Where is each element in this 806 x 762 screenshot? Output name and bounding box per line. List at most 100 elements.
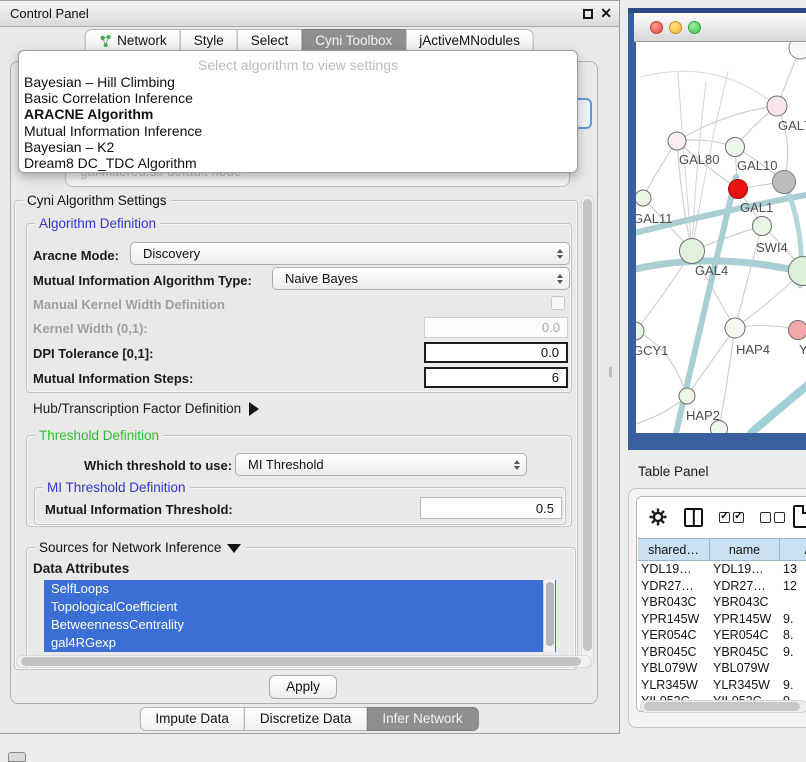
network-node-hap4[interactable] <box>725 318 745 338</box>
algorithm-definition-title: Algorithm Definition <box>35 216 160 231</box>
node-label: GAL80 <box>679 152 719 167</box>
algorithm-option-aracne-algorithm[interactable]: ARACNE Algorithm <box>19 106 577 122</box>
network-node-swi4[interactable] <box>753 217 772 236</box>
table-row[interactable]: YBR043CYBR043C <box>638 594 806 611</box>
kernel-width-label: Kernel Width (0,1): <box>33 321 148 336</box>
network-node-gal7[interactable] <box>767 96 787 116</box>
mi-type-combo[interactable]: Naive Bayes <box>272 267 570 290</box>
apply-button[interactable]: Apply <box>269 675 337 699</box>
kernel-width-field[interactable]: 0.0 <box>424 317 568 338</box>
gear-icon[interactable] <box>648 507 668 527</box>
table-row[interactable]: YLR345WYLR345W9. <box>638 677 806 694</box>
manual-kernel-checkbox[interactable] <box>551 296 565 310</box>
network-node-gal80[interactable] <box>668 132 686 150</box>
table-cell: YBL079W <box>638 660 710 677</box>
attribute-item-betweennesscentrality[interactable]: BetweennessCentrality <box>44 616 556 634</box>
tab-impute-data[interactable]: Impute Data <box>139 707 245 731</box>
scrollbar-thumb[interactable] <box>546 582 554 646</box>
network-node-gal11[interactable] <box>636 190 651 206</box>
node-label: HAP2 <box>686 408 720 423</box>
settings-horizontal-scrollbar[interactable] <box>16 655 592 668</box>
algorithm-option-list: Bayesian – Hill ClimbingBasic Correlatio… <box>19 74 577 171</box>
table-cell: YBR043C <box>638 594 710 611</box>
network-node-gal1[interactable] <box>729 180 748 199</box>
network-node-y[interactable] <box>789 321 806 340</box>
tab-discretize-data[interactable]: Discretize Data <box>244 707 368 731</box>
scrollbar-thumb[interactable] <box>583 199 592 651</box>
table-row[interactable]: YER054CYER054C8. <box>638 627 806 644</box>
network-edge[interactable] <box>643 141 677 198</box>
tab-select[interactable]: Select <box>237 29 303 52</box>
tab-network[interactable]: Network <box>84 29 181 52</box>
control-panel-titlebar[interactable]: Control Panel ✕ <box>0 1 619 27</box>
network-edge[interactable] <box>719 328 735 429</box>
algorithm-dropdown: Select algorithm to view settings Bayesi… <box>18 50 578 173</box>
network-node-hap2[interactable] <box>679 388 695 404</box>
table-row[interactable]: YPR145WYPR145W9. <box>638 611 806 628</box>
hub-definition-toggle[interactable]: Hub/Transcription Factor Definition <box>33 401 259 416</box>
network-edge[interactable] <box>677 106 777 141</box>
settings-vertical-scrollbar[interactable] <box>581 195 594 667</box>
table-cell: YDR27… <box>710 578 780 595</box>
column-header-shared-[interactable]: shared… <box>638 539 710 560</box>
float-window-icon[interactable] <box>583 9 593 19</box>
attribute-item-topologicalcoefficient[interactable]: TopologicalCoefficient <box>44 598 556 616</box>
tab-cyni-toolbox[interactable]: Cyni Toolbox <box>301 29 406 52</box>
columns-icon[interactable] <box>684 508 703 527</box>
network-node-gal4[interactable] <box>680 239 705 264</box>
network-node[interactable] <box>789 257 806 286</box>
deselect-all-icon[interactable] <box>760 512 785 523</box>
table-rows: YDL19…YDL19…13YDR27…YDR27…12YBR043CYBR04… <box>638 561 806 710</box>
network-node[interactable] <box>711 421 728 434</box>
close-icon[interactable]: ✕ <box>600 5 612 22</box>
table-cell <box>780 660 806 677</box>
column-header-a[interactable]: A <box>780 539 806 560</box>
attribute-item-gal4rgexp[interactable]: gal4RGexp <box>44 634 556 652</box>
minimize-traffic-light-icon[interactable] <box>669 21 682 34</box>
tab-jactivemnodules[interactable]: jActiveMNodules <box>405 29 534 52</box>
which-threshold-combo[interactable]: MI Threshold <box>235 453 527 476</box>
algorithm-option-basic-correlation-inference[interactable]: Basic Correlation Inference <box>19 90 577 106</box>
mi-threshold-field[interactable]: 0.5 <box>420 497 562 519</box>
network-window-titlebar[interactable] <box>634 13 806 42</box>
scrollbar-thumb[interactable] <box>644 702 800 711</box>
network-node[interactable] <box>773 171 796 194</box>
network-node-gal10[interactable] <box>726 138 745 157</box>
table-horizontal-scrollbar[interactable] <box>640 700 806 713</box>
network-edge[interactable] <box>636 331 687 396</box>
attribute-item-selfloops[interactable]: SelfLoops <box>44 580 556 598</box>
network-node[interactable] <box>789 42 806 59</box>
scrollbar-thumb[interactable] <box>21 657 581 666</box>
aracne-mode-label: Aracne Mode: <box>33 248 119 263</box>
network-edge[interactable] <box>751 380 806 433</box>
algorithm-option-mutual-information-inference[interactable]: Mutual Information Inference <box>19 123 577 139</box>
aracne-mode-combo[interactable]: Discovery <box>130 242 570 265</box>
splitter-handle[interactable] <box>609 367 612 377</box>
network-canvas[interactable]: GAL7GAL80GAL10GAL1GAL11SWI4GAL4GCY1HAP4Y… <box>636 42 806 433</box>
table-row[interactable]: YBR045CYBR045C9. <box>638 644 806 661</box>
sources-toggle[interactable]: Sources for Network Inference <box>35 540 245 555</box>
algorithm-option-bayesian-k2[interactable]: Bayesian – K2 <box>19 139 577 155</box>
dpi-tolerance-field[interactable]: 0.0 <box>424 342 568 363</box>
attributes-scrollbar[interactable] <box>543 580 555 652</box>
combo-stepper-icon <box>557 249 563 259</box>
zoom-traffic-light-icon[interactable] <box>688 21 701 34</box>
table-row[interactable]: YDL19…YDL19…13 <box>638 561 806 578</box>
select-all-icon[interactable] <box>719 512 744 523</box>
table-row[interactable]: YDR27…YDR27…12 <box>638 578 806 595</box>
table-cell: YLR345W <box>710 677 780 694</box>
algorithm-option-bayesian-hill-climbing[interactable]: Bayesian – Hill Climbing <box>19 74 577 90</box>
settings-group-title: Cyni Algorithm Settings <box>23 193 171 208</box>
file-icon[interactable] <box>793 505 806 528</box>
table-row[interactable]: YBL079WYBL079W <box>638 660 806 677</box>
mi-steps-field[interactable]: 6 <box>424 367 568 388</box>
partial-icon[interactable] <box>8 752 26 762</box>
close-traffic-light-icon[interactable] <box>650 21 663 34</box>
network-edge[interactable] <box>641 71 777 106</box>
network-node-gcy1[interactable] <box>636 322 644 340</box>
data-attributes-label: Data Attributes <box>33 561 129 576</box>
tab-infer-network[interactable]: Infer Network <box>366 707 478 731</box>
column-header-name[interactable]: name <box>710 539 780 560</box>
tab-style[interactable]: Style <box>180 29 238 52</box>
algorithm-option-dream8-dc-tdc-algorithm[interactable]: Dream8 DC_TDC Algorithm <box>19 155 577 171</box>
